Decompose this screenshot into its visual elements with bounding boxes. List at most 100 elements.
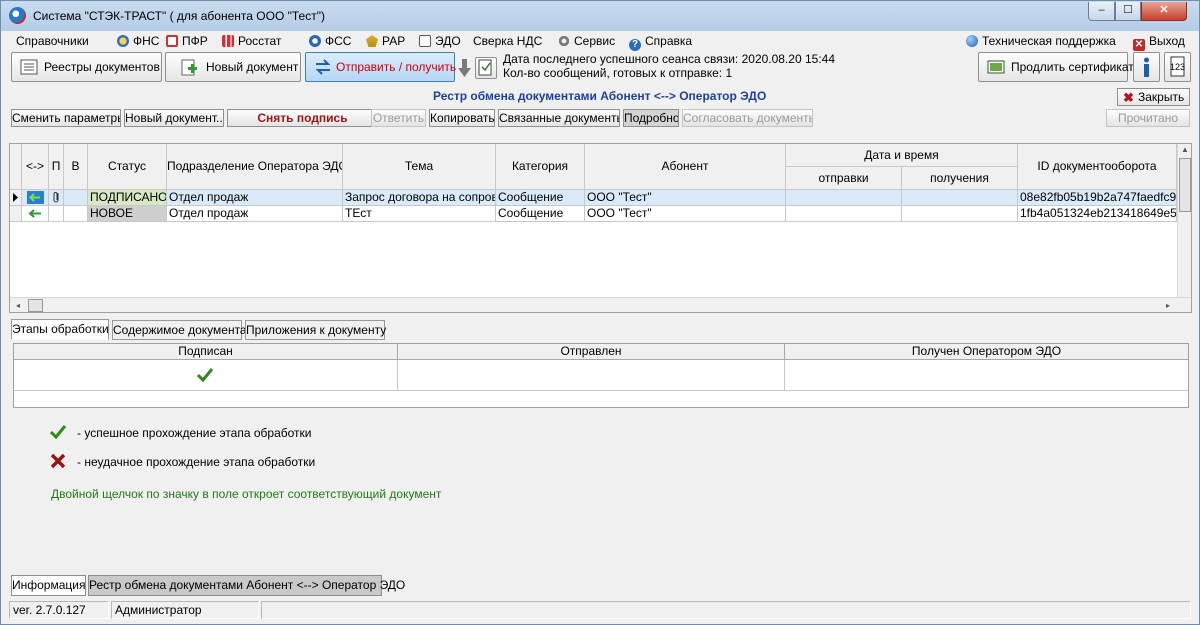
scroll-up-icon[interactable]: ▲ <box>1179 145 1191 157</box>
legend-hint: Двойной щелчок по значку в поле откроет … <box>51 487 442 501</box>
scroll-left-icon[interactable]: ◂ <box>12 299 24 312</box>
copy-button[interactable]: Копировать <box>429 109 495 127</box>
subject-header[interactable]: Тема <box>343 144 496 190</box>
title-bar[interactable]: Система "СТЭК-ТРАСТ" ( для абонента ООО … <box>1 1 1199 31</box>
rar-icon <box>366 35 378 47</box>
send-receive-button[interactable]: Отправить / получить <box>305 52 456 82</box>
menu-bar: Справочники ФНС ПФР Росстат ФСС РАР ЭДО … <box>9 31 1191 51</box>
v-header[interactable]: В <box>64 144 88 190</box>
bottom-tab-registry[interactable]: Рестр обмена документами Абонент <--> Оп… <box>88 575 405 596</box>
legend-failure: - неудачное прохождение этапа обработки <box>49 453 315 469</box>
menu-rosstat[interactable]: Росстат <box>222 34 281 48</box>
menu-fns[interactable]: ФНС <box>117 34 159 48</box>
menu-edo[interactable]: ЭДО <box>419 34 461 48</box>
change-params-button[interactable]: Сменить параметры <box>11 109 121 127</box>
help-icon: ? <box>629 39 641 51</box>
rosstat-icon <box>222 35 234 47</box>
row-indicator[interactable] <box>10 190 22 206</box>
outgoing-arrow-icon[interactable] <box>22 190 49 206</box>
checkmark-icon[interactable] <box>196 367 214 383</box>
grid-vertical-scrollbar[interactable]: ▲ <box>1177 144 1191 297</box>
sent-date-header[interactable]: отправки <box>786 167 902 190</box>
menu-tech-support[interactable]: Техническая поддержка <box>966 34 1116 48</box>
window-title: Система "СТЭК-ТРАСТ" ( для абонента ООО … <box>33 9 325 23</box>
cross-icon <box>49 453 67 469</box>
new-document-toolbar-button[interactable]: Новый документ <box>165 52 301 82</box>
doc-id-cell: 1fb4a051324eb213418649e552 <box>1018 206 1177 222</box>
status-message <box>261 601 1191 619</box>
status-cell: ПОДПИСАНО <box>88 190 167 206</box>
menu-pfr[interactable]: ПФР <box>166 34 208 48</box>
menu-fss[interactable]: ФСС <box>309 34 351 48</box>
sent-date-cell <box>786 206 902 222</box>
row-indicator-header <box>10 144 22 190</box>
menu-service[interactable]: Сервис <box>558 34 615 48</box>
menu-help[interactable]: ? Справка <box>629 34 692 51</box>
linked-documents-button[interactable]: Связанные документы <box>498 109 620 127</box>
user-label: Администратор <box>111 601 259 619</box>
tab-stages[interactable]: Этапы обработки <box>11 319 109 340</box>
menu-rar[interactable]: РАР <box>366 34 405 48</box>
sent-date-cell <box>786 190 902 206</box>
sent-header: Отправлен <box>398 344 785 360</box>
reply-button[interactable]: Ответить <box>371 109 426 127</box>
horizontal-scroll-thumb[interactable] <box>28 299 43 312</box>
globe-icon <box>966 35 978 47</box>
approve-documents-button[interactable]: Согласовать документы <box>682 109 813 127</box>
info-button[interactable] <box>1133 52 1160 82</box>
tab-attachments[interactable]: Приложения к документу <box>245 320 386 340</box>
details-button[interactable]: Подробно <box>623 109 679 127</box>
department-header[interactable]: Подразделение Оператора ЭДО <box>167 144 343 190</box>
remove-signature-button[interactable]: Снять подпись <box>227 109 378 127</box>
category-header[interactable]: Категория <box>496 144 585 190</box>
grid-horizontal-scrollbar[interactable]: ◂ ▸ <box>10 297 1191 312</box>
received-by-operator-cell[interactable] <box>785 360 1188 391</box>
menu-directories[interactable]: Справочники <box>16 34 89 48</box>
status-bar: ver. 2.7.0.127 Администратор <box>9 601 1192 619</box>
tab-document-content[interactable]: Содержимое документа <box>112 320 247 340</box>
actions-bar: Сменить параметры Новый документ... Снят… <box>11 109 1191 127</box>
close-window-button[interactable]: ✕ <box>1141 2 1187 21</box>
maximize-button[interactable]: ☐ <box>1115 2 1141 21</box>
received-date-header[interactable]: получения <box>902 167 1018 190</box>
sent-cell[interactable] <box>398 360 785 391</box>
subject-cell: Запрос договора на сопров... <box>343 190 496 206</box>
menu-exit[interactable]: ✕ Выход <box>1133 34 1185 51</box>
status-header[interactable]: Статус <box>88 144 167 190</box>
minimize-button[interactable]: – <box>1088 2 1115 21</box>
stages-table: Подписан Отправлен Получен Оператором ЭД… <box>13 343 1189 408</box>
fss-icon <box>309 35 321 47</box>
edo-icon <box>419 35 431 47</box>
renew-certificate-button[interactable]: Продлить сертификат <box>978 52 1134 82</box>
attachment-header[interactable]: П <box>49 144 64 190</box>
menu-vat-reconciliation[interactable]: Сверка НДС <box>473 34 542 48</box>
main-window: Система "СТЭК-ТРАСТ" ( для абонента ООО … <box>0 0 1200 625</box>
row-indicator[interactable] <box>10 206 22 222</box>
signed-cell[interactable] <box>14 360 398 391</box>
doc-id-header[interactable]: ID документооборота <box>1018 144 1177 190</box>
direction-header[interactable]: <-> <box>22 144 49 190</box>
gear-icon <box>558 35 570 47</box>
scroll-right-icon[interactable]: ▸ <box>1162 299 1174 312</box>
v-cell <box>64 190 88 206</box>
registry-close-button[interactable]: ✖ Закрыть <box>1117 88 1190 106</box>
calculator-button[interactable]: 123 <box>1164 52 1191 82</box>
signed-header: Подписан <box>14 344 398 360</box>
category-cell: Сообщение <box>496 190 585 206</box>
vertical-scroll-thumb[interactable] <box>1179 158 1191 212</box>
category-cell: Сообщение <box>496 206 585 222</box>
download-arrow-button[interactable] <box>457 55 472 83</box>
subscriber-header[interactable]: Абонент <box>585 144 786 190</box>
bottom-tab-info[interactable]: Информация <box>11 575 86 596</box>
new-document-button[interactable]: Новый документ... <box>124 109 224 127</box>
documents-grid: <-> П В Статус Подразделение Оператора Э… <box>9 143 1192 313</box>
mark-read-button[interactable]: Прочитано <box>1106 109 1190 127</box>
sessions-log-button[interactable] <box>475 57 497 79</box>
department-cell: Отдел продаж <box>167 190 343 206</box>
sync-icon <box>314 59 332 75</box>
session-info: Дата последнего успешного сеанса связи: … <box>503 52 835 80</box>
paperclip-icon[interactable] <box>49 190 64 206</box>
outgoing-arrow-icon[interactable] <box>22 206 49 222</box>
registers-button[interactable]: Реестры документов <box>11 52 162 82</box>
toolbar: Реестры документов Новый документ Отправ… <box>9 51 1191 85</box>
